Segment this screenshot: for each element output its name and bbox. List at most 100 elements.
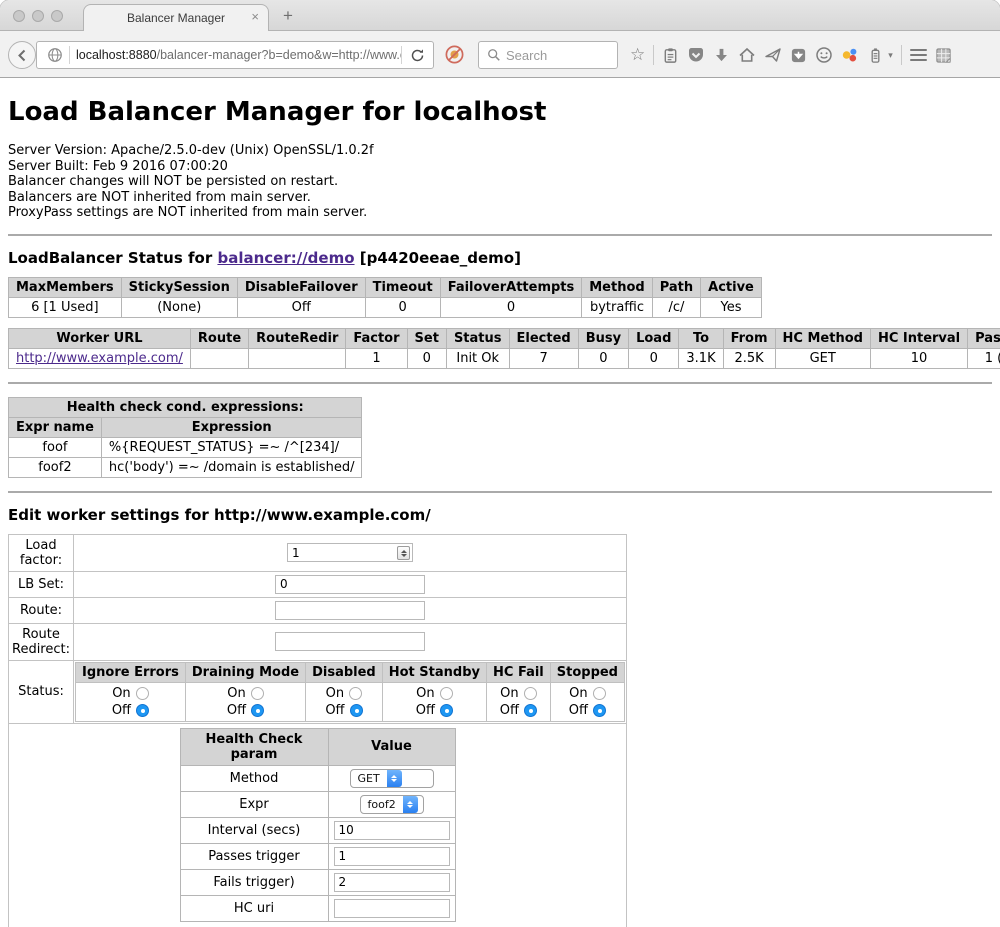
radio-hc-fail-off[interactable] [524,704,537,717]
load-factor-label: Load factor: [9,534,74,571]
send-page-icon[interactable] [764,46,782,64]
on-label: On [112,686,130,701]
hc-uri-input[interactable] [334,899,450,918]
search-icon [487,48,501,62]
col-hot-standby: Hot Standby [382,662,486,682]
table-row: 6 [1 Used] (None) Off 0 0 bytraffic /c/ … [9,297,762,317]
table-header-row: Expr name Expression [9,417,362,437]
window-zoom-button[interactable] [51,10,63,22]
on-label: On [500,686,518,701]
feedback-smiley-icon[interactable] [815,46,833,64]
divider [8,382,992,384]
chevron-down-icon[interactable]: ▾ [888,50,893,61]
col-draining-mode: Draining Mode [185,662,305,682]
col-path: Path [652,277,700,297]
radio-disabled-off[interactable] [350,704,363,717]
radio-stopped-off[interactable] [593,704,606,717]
save-to-device-icon[interactable] [790,47,807,64]
form-row-status: Status: Ignore Errors Draining Mode Disa… [9,660,627,723]
off-label: Off [416,703,435,718]
search-bar[interactable] [478,41,618,69]
divider [8,234,992,236]
col-stopped: Stopped [550,662,624,682]
param-row-passes: Passes trigger [180,843,455,869]
heading-suffix: [p4420eeae_demo] [355,249,521,267]
worker-row: http://www.example.com/ 1 0 Init Ok 7 0 … [9,348,1000,368]
tab-close-icon[interactable]: × [251,10,259,24]
expr-select[interactable]: foof2 [360,795,424,814]
worker-url-link[interactable]: http://www.example.com/ [16,351,183,366]
extension-colordots-icon[interactable] [841,46,859,64]
status-radio-row: On Off On Off On Off [76,682,625,721]
tab-title: Balancer Manager [127,11,225,25]
interval-input[interactable] [334,821,450,840]
back-button[interactable] [8,41,36,69]
passes-input[interactable] [334,847,450,866]
radio-draining-mode-on[interactable] [251,687,264,700]
search-input[interactable] [506,48,617,63]
number-stepper-icon[interactable] [397,546,410,560]
url-bar[interactable]: localhost:8880/balancer-manager?b=demo&w… [36,41,434,69]
fails-input[interactable] [334,873,450,892]
notice-line: ProxyPass settings are NOT inherited fro… [8,205,992,221]
balancer-demo-link[interactable]: balancer://demo [217,249,354,267]
radio-disabled-on[interactable] [349,687,362,700]
hc-uri-label: HC uri [180,895,328,921]
edit-worker-heading: Edit worker settings for http://www.exam… [8,506,992,524]
status-label: Status: [9,660,74,723]
url-text[interactable]: localhost:8880/balancer-manager?b=demo&w… [70,48,401,62]
table-title-row: Health check cond. expressions: [9,397,362,417]
tile-tabs-icon[interactable] [935,47,952,64]
method-select[interactable]: GET [350,769,434,788]
reload-button[interactable] [402,48,433,63]
radio-ignore-errors-on[interactable] [136,687,149,700]
toolbar-divider [901,45,902,65]
pocket-icon[interactable] [687,46,705,64]
col-timeout: Timeout [365,277,440,297]
url-path: /balancer-manager?b=demo&w=http://www.ex… [157,48,401,62]
radio-hot-standby-on[interactable] [440,687,453,700]
table-header-row: MaxMembers StickySession DisableFailover… [9,277,762,297]
back-arrow-icon [16,49,29,62]
worker-settings-form: Load factor: LB Set: Route: Route Redire… [8,534,627,927]
form-row-health-params: Health Check param Value Method GET Expr [9,723,627,927]
downloads-icon[interactable] [713,47,730,64]
table-header-row: Worker URL Route RouteRedir Factor Set S… [9,328,1000,348]
col-disablefailover: DisableFailover [237,277,365,297]
col-active: Active [701,277,762,297]
radio-hc-fail-on[interactable] [524,687,537,700]
col-disabled: Disabled [306,662,383,682]
content-blocked-icon[interactable] [444,44,465,65]
battery-extension-icon[interactable] [867,47,884,64]
server-built-line: Server Built: Feb 9 2016 07:00:20 [8,159,992,175]
col-failoverattempts: FailoverAttempts [440,277,582,297]
route-redirect-input[interactable] [275,632,425,651]
param-row-method: Method GET [180,765,455,791]
route-input[interactable] [275,601,425,620]
window-controls [13,10,63,22]
window-minimize-button[interactable] [32,10,44,22]
param-row-hc-uri: HC uri [180,895,455,921]
param-row-expr: Expr foof2 [180,791,455,817]
col-stickysession: StickySession [121,277,237,297]
radio-hot-standby-off[interactable] [440,704,453,717]
on-label: On [227,686,245,701]
browser-chrome: Balancer Manager × + localhost:8880/bala… [0,0,1000,78]
table-row: foof2 hc('body') =~ /domain is establish… [9,457,362,477]
window-close-button[interactable] [13,10,25,22]
home-icon[interactable] [738,46,756,64]
load-factor-input[interactable] [287,543,413,562]
status-header-row: Ignore Errors Draining Mode Disabled Hot… [76,662,625,682]
param-row-fails: Fails trigger) [180,869,455,895]
lb-set-input[interactable] [275,575,425,594]
radio-stopped-on[interactable] [593,687,606,700]
browser-tab[interactable]: Balancer Manager × [83,4,269,31]
new-tab-button[interactable]: + [283,6,293,26]
reading-list-icon[interactable] [662,47,679,64]
method-label: Method [180,765,328,791]
radio-ignore-errors-off[interactable] [136,704,149,717]
bookmark-star-icon[interactable]: ☆ [630,46,645,64]
balancer-summary-table: MaxMembers StickySession DisableFailover… [8,277,762,318]
radio-draining-mode-off[interactable] [251,704,264,717]
on-label: On [416,686,434,701]
